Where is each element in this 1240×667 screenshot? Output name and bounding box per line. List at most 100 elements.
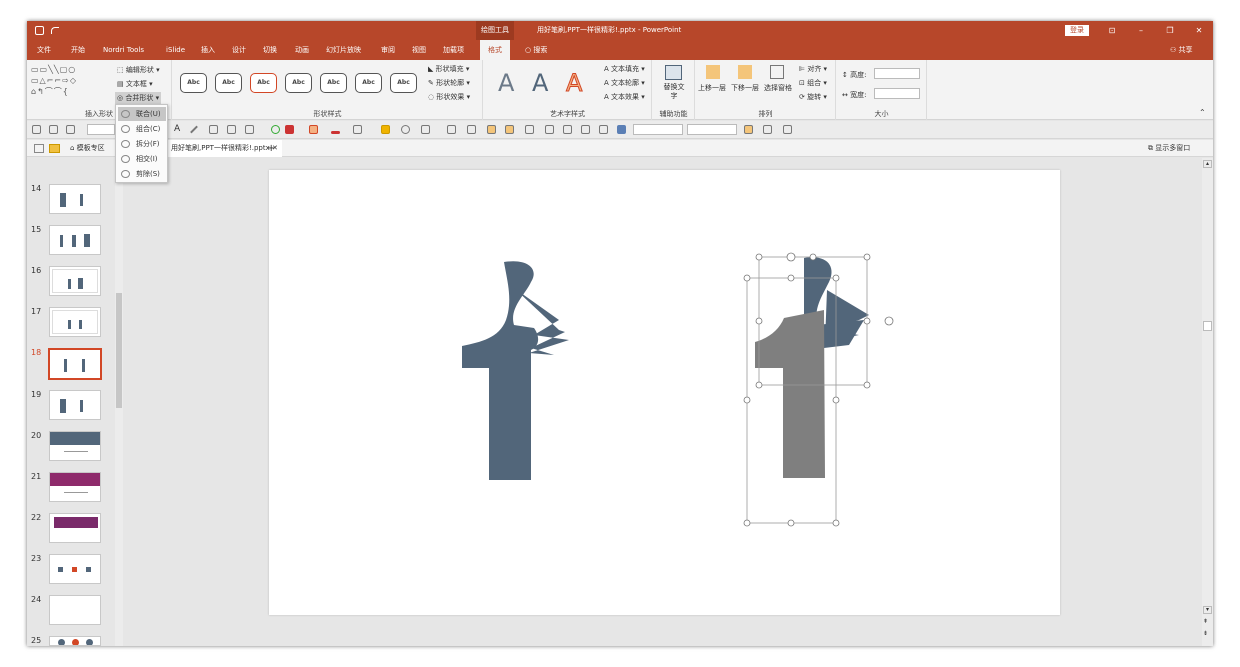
wordart-style-1[interactable]: A	[498, 70, 514, 96]
align-small-icon[interactable]	[525, 125, 534, 134]
wordart-style-2[interactable]: A	[532, 70, 548, 96]
tab-transitions[interactable]: 切换	[263, 40, 277, 60]
minimize-button[interactable]: –	[1131, 21, 1151, 40]
crop-icon[interactable]	[421, 125, 430, 134]
slide-thumbnail[interactable]	[49, 184, 101, 214]
merge-subtract-item[interactable]: 剪除(S)	[118, 167, 166, 181]
document-tab[interactable]: 用好笔刷,PPT一样很精彩!.pptx ✕	[167, 140, 282, 157]
align-button[interactable]: ⊫ 对齐 ▾	[799, 64, 827, 74]
width-mini-input[interactable]	[687, 124, 737, 135]
folder-icon[interactable]	[49, 144, 60, 153]
line-color-icon[interactable]	[331, 131, 340, 134]
text-direction-icon[interactable]	[467, 125, 476, 134]
fill-color-icon[interactable]	[285, 125, 294, 134]
width-input[interactable]	[874, 88, 920, 99]
slide-scrollbar[interactable]: ▴ ▾ ⇞ ⇟	[1202, 158, 1213, 646]
login-button[interactable]: 登录	[1065, 25, 1089, 36]
slide-thumbnail[interactable]	[49, 636, 101, 646]
close-button[interactable]: ✕	[1189, 21, 1209, 40]
slide-thumbnail[interactable]	[49, 513, 101, 543]
wordart-style-3[interactable]: A	[565, 70, 582, 97]
save-icon[interactable]	[35, 26, 44, 35]
slide-canvas[interactable]	[269, 170, 1060, 615]
eyedropper-icon[interactable]	[190, 125, 198, 134]
send-backward-button[interactable]: 下移一层	[731, 83, 759, 93]
shape-style-7[interactable]: Abc	[390, 73, 417, 93]
edit-shape-button[interactable]: ⬚ 编辑形状 ▾	[117, 65, 160, 75]
textbox-button[interactable]: ▤ 文本框 ▾	[117, 79, 153, 89]
chart-icon[interactable]	[381, 125, 390, 134]
circle-shape-icon[interactable]	[271, 125, 280, 134]
slide-thumbnail[interactable]	[49, 225, 101, 255]
distribute-icon[interactable]	[447, 125, 456, 134]
format-painter-icon[interactable]	[66, 125, 75, 134]
tab-addins[interactable]: 加载项	[443, 40, 464, 60]
color-block-icon[interactable]	[617, 125, 626, 134]
scroll-thumb[interactable]	[1203, 321, 1212, 331]
template-zone-tab[interactable]: ⌂ 模板专区	[70, 142, 105, 155]
group-small-icon[interactable]	[563, 125, 572, 134]
select-icon[interactable]	[545, 125, 554, 134]
hash-icon[interactable]	[209, 125, 218, 134]
slide-thumbnail[interactable]	[49, 390, 101, 420]
tab-review[interactable]: 审阅	[381, 40, 395, 60]
previous-slide-icon[interactable]: ⇞	[1203, 618, 1208, 625]
font-size-input[interactable]	[87, 124, 115, 135]
text-fill-button[interactable]: A 文本填充 ▾	[604, 64, 645, 74]
shape-style-6[interactable]: Abc	[355, 73, 382, 93]
align-left-icon[interactable]	[763, 125, 772, 134]
print-icon[interactable]	[32, 125, 41, 134]
shapes-icon[interactable]	[401, 125, 410, 134]
tab-view[interactable]: 视图	[412, 40, 426, 60]
slide-thumbnail[interactable]	[49, 472, 101, 502]
position-icon[interactable]	[744, 125, 753, 134]
scrollbar-thumb[interactable]	[116, 293, 122, 408]
tab-insert[interactable]: 插入	[201, 40, 215, 60]
tab-slideshow[interactable]: 幻灯片放映	[326, 40, 361, 60]
shape-style-2[interactable]: Abc	[215, 73, 242, 93]
new-tab-icon[interactable]: +	[267, 140, 275, 157]
scroll-up-icon[interactable]: ▴	[1203, 160, 1212, 168]
text-outline-button[interactable]: A 文本轮廓 ▾	[604, 78, 645, 88]
bring-forward-button[interactable]: 上移一层	[698, 83, 726, 93]
merge-combine-item[interactable]: 组合(C)	[118, 122, 166, 136]
tell-me-search[interactable]: ○ 搜索	[525, 40, 547, 60]
slide-thumbnail-selected[interactable]	[48, 348, 102, 380]
height-input[interactable]	[874, 68, 920, 79]
collapse-ribbon-icon[interactable]: ⌃	[1199, 108, 1206, 117]
arrange-backward-icon[interactable]	[505, 125, 514, 134]
merge-union-item[interactable]: 联合(U)	[118, 107, 166, 121]
merge-shapes-button[interactable]: ◎ 合并形状 ▾	[115, 92, 162, 104]
font-color-icon[interactable]: A	[174, 125, 183, 134]
tab-nordri-tools[interactable]: Nordri Tools	[103, 40, 144, 60]
slide-thumbnail[interactable]	[49, 266, 101, 296]
maximize-button[interactable]: ❐	[1160, 21, 1180, 40]
frame-icon[interactable]	[599, 125, 608, 134]
highlight-icon[interactable]	[309, 125, 318, 134]
share-button[interactable]: ⚇ 共享	[1170, 40, 1193, 60]
merge-intersect-item[interactable]: 相交(I)	[118, 152, 166, 166]
slide-thumbnail[interactable]	[49, 554, 101, 584]
text-effects-button[interactable]: A 文本效果 ▾	[604, 92, 645, 102]
rotate-small-icon[interactable]	[783, 125, 792, 134]
rotate-button[interactable]: ⟳ 旋转 ▾	[799, 92, 827, 102]
merge-fragment-item[interactable]: 拆分(F)	[118, 137, 166, 151]
pen-tool-icon[interactable]	[353, 125, 362, 134]
slide-thumbnail[interactable]	[49, 431, 101, 461]
tab-home[interactable]: 开始	[71, 40, 85, 60]
ungroup-icon[interactable]	[581, 125, 590, 134]
next-slide-icon[interactable]: ⇟	[1203, 630, 1208, 637]
shape-style-1[interactable]: Abc	[180, 73, 207, 93]
shape-effects-button[interactable]: ◌ 形状效果 ▾	[428, 92, 470, 102]
tab-animations[interactable]: 动画	[295, 40, 309, 60]
height-mini-input[interactable]	[633, 124, 683, 135]
tab-format[interactable]: 格式	[480, 40, 510, 60]
arrange-forward-icon[interactable]	[487, 125, 496, 134]
tab-islide[interactable]: iSlide	[166, 40, 185, 60]
alt-text-button[interactable]: 替换文字	[661, 83, 687, 101]
undo-icon[interactable]	[51, 27, 59, 34]
preview-icon[interactable]	[49, 125, 58, 134]
tab-file[interactable]: 文件	[37, 40, 51, 60]
shape-outline-button[interactable]: ✎ 形状轮廓 ▾	[428, 78, 470, 88]
group-button[interactable]: ⊡ 组合 ▾	[799, 78, 827, 88]
